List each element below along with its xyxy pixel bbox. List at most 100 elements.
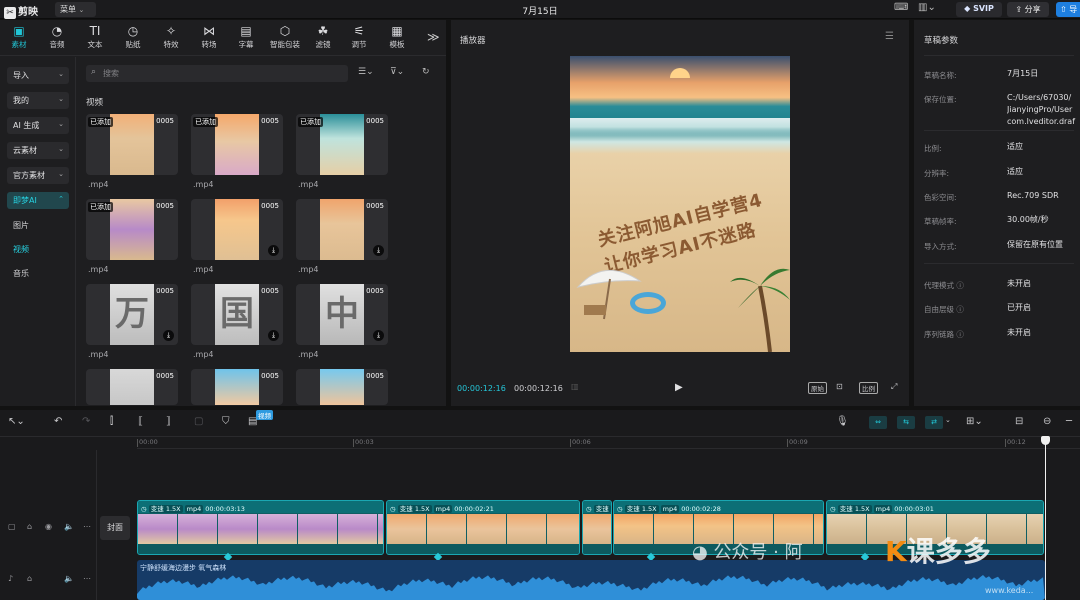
zoom-slider[interactable]: ─ xyxy=(1066,416,1072,427)
ratio-button[interactable]: 比例 xyxy=(859,382,878,394)
zoom-out-icon[interactable]: ⊖ xyxy=(1043,416,1051,427)
category-import[interactable]: 导入 ⌄ xyxy=(7,67,69,84)
delete-icon[interactable]: ▢ xyxy=(194,416,203,427)
media-card[interactable]: 万 0005 ⤓ xyxy=(86,284,178,345)
chevron-down-icon[interactable]: ⌄ xyxy=(945,416,951,424)
auto-snap-icon[interactable]: ⇆ xyxy=(897,416,915,429)
media-duration: 0005 xyxy=(261,287,279,295)
media-card[interactable]: 已添加 0005 xyxy=(86,199,178,260)
layout-icon[interactable]: ▥⌄ xyxy=(918,2,936,17)
refresh-icon[interactable]: ↻ xyxy=(422,67,430,77)
tab-media[interactable]: ▣ 素材 xyxy=(2,24,36,50)
linkage-icon[interactable]: ⇄ xyxy=(925,416,943,429)
track-controls: ▢ ⌂ ◉ 🔈 ⋯ ♪ ⌂ 🔈 ⋯ xyxy=(0,450,97,600)
media-card[interactable]: 已添加 0005 xyxy=(86,114,178,175)
time-ruler[interactable]: 00:00 00:03 00:06 00:09 00:12 xyxy=(137,437,1080,449)
microphone-icon[interactable]: 🎙 xyxy=(836,416,849,427)
sub-item-videos[interactable]: 视频 xyxy=(13,244,29,255)
video-preview[interactable]: 关注阿旭AI自学营4 让你学习AI不迷路 xyxy=(570,56,790,352)
more-icon[interactable]: ⋯ xyxy=(83,574,91,583)
download-icon[interactable]: ⤓ xyxy=(163,330,174,341)
media-card[interactable]: 0005 ⤓ xyxy=(296,199,388,260)
speaker-icon[interactable]: 🔈 xyxy=(64,522,74,531)
clip-audio-strip xyxy=(387,544,579,554)
media-card[interactable]: 中 0005 ⤓ xyxy=(296,284,388,345)
media-card[interactable]: 0005 xyxy=(86,369,178,405)
media-card[interactable]: 0005 xyxy=(191,369,283,405)
category-jimeng-ai[interactable]: 即梦AI ⌃ xyxy=(7,192,69,209)
category-official[interactable]: 官方素材 ⌄ xyxy=(7,167,69,184)
eye-icon[interactable]: ◉ xyxy=(45,522,52,531)
tab-effects[interactable]: ✧ 特效 xyxy=(154,24,188,50)
video-clip[interactable]: ◷ 变速 xyxy=(582,500,612,555)
tab-templates[interactable]: ▦ 模板 xyxy=(380,24,414,50)
hamburger-menu-icon[interactable]: ☰ xyxy=(885,31,894,42)
clip-frame xyxy=(378,514,383,544)
media-card[interactable]: 已添加 0005 xyxy=(296,114,388,175)
media-thumbnail xyxy=(215,199,259,260)
speaker-icon[interactable]: 🔈 xyxy=(64,574,74,583)
main-track-magnet-icon[interactable]: ⇔ xyxy=(869,416,887,429)
tab-smart-package[interactable]: ⬡ 智能包装 xyxy=(266,24,304,50)
split-left-icon[interactable]: ⟦ xyxy=(138,416,143,427)
tab-audio[interactable]: ◔ 音频 xyxy=(40,24,74,50)
video-clip[interactable]: ◷ 变速 1.5X mp4 00:00:03:13 xyxy=(137,500,384,555)
download-icon[interactable]: ⤓ xyxy=(268,330,279,341)
shortcut-keyboard-icon[interactable]: ⌨ xyxy=(894,2,908,17)
zoom-fit-icon[interactable]: ⊟ xyxy=(1015,416,1023,427)
play-button[interactable]: ▶ xyxy=(675,382,683,393)
track-visibility-box-icon[interactable]: ▢ xyxy=(8,522,16,531)
property-value[interactable]: 未开启 xyxy=(1007,327,1080,339)
undo-icon[interactable]: ↶ xyxy=(54,416,62,427)
tab-sticker[interactable]: ◷ 贴纸 xyxy=(116,24,150,50)
media-card[interactable]: 已添加 0005 xyxy=(191,114,283,175)
download-icon[interactable]: ⤓ xyxy=(373,330,384,341)
tab-filters[interactable]: ☘ 滤镜 xyxy=(306,24,340,50)
playhead[interactable] xyxy=(1045,437,1046,600)
sub-item-images[interactable]: 图片 xyxy=(13,220,29,231)
fit-screen-icon[interactable]: ⊡ xyxy=(836,382,843,391)
download-icon[interactable]: ⤓ xyxy=(373,245,384,256)
original-button[interactable]: 原始 xyxy=(808,382,827,394)
shield-icon[interactable]: ⛉ xyxy=(222,416,230,427)
media-card[interactable]: 0005 ⤓ xyxy=(191,199,283,260)
property-value[interactable]: 未开启 xyxy=(1007,278,1080,290)
search-input[interactable]: ⌕ 搜索 xyxy=(86,65,348,82)
sort-icon[interactable]: ☰⌄ xyxy=(358,67,374,77)
sub-item-music[interactable]: 音乐 xyxy=(13,268,29,279)
more-tabs-icon[interactable]: ≫ xyxy=(427,30,440,44)
category-ai-generate[interactable]: AI 生成 ⌄ xyxy=(7,117,69,134)
fullscreen-icon[interactable]: ⤢ xyxy=(891,382,897,392)
split-right-icon[interactable]: ⟧ xyxy=(166,416,171,427)
category-mine[interactable]: 我的 ⌄ xyxy=(7,92,69,109)
lock-icon[interactable]: ⌂ xyxy=(27,522,32,531)
media-card[interactable]: 0005 xyxy=(296,369,388,405)
download-icon[interactable]: ⤓ xyxy=(268,245,279,256)
export-button[interactable]: ⇧ 导 xyxy=(1056,2,1080,17)
filter-funnel-icon[interactable]: ⊽⌄ xyxy=(390,67,404,77)
category-cloud[interactable]: 云素材 ⌄ xyxy=(7,142,69,159)
property-value[interactable]: 已开启 xyxy=(1007,302,1080,314)
media-duration: 0005 xyxy=(366,202,384,210)
lock-icon[interactable]: ⌂ xyxy=(27,574,32,583)
cover-button[interactable]: 封面 xyxy=(100,516,130,540)
clip-speed: 变速 xyxy=(593,505,611,513)
effects-icon: ✧ xyxy=(165,24,177,38)
tab-text[interactable]: TI 文本 xyxy=(78,24,112,50)
media-card[interactable]: 国 0005 ⤓ xyxy=(191,284,283,345)
timeline-grid-icon[interactable]: ▥ xyxy=(571,382,579,391)
video-clip[interactable]: ◷ 变速 1.5X mp4 00:00:02:21 xyxy=(386,500,580,555)
redo-icon[interactable]: ↷ xyxy=(82,416,90,427)
tab-adjust[interactable]: ⚟ 调节 xyxy=(342,24,376,50)
tab-captions[interactable]: ▤ 字幕 xyxy=(229,24,263,50)
audio-note-icon[interactable]: ♪ xyxy=(8,574,13,583)
property-label: 草稿名称: xyxy=(924,71,957,80)
svip-button[interactable]: ◆ SVIP xyxy=(956,2,1002,17)
tab-transition[interactable]: ⋈ 转场 xyxy=(192,24,226,50)
split-icon[interactable]: ⫿ xyxy=(110,416,113,427)
preview-axis-icon[interactable]: ⊞⌄ xyxy=(966,416,983,427)
property-value: 30.00帧/秒 xyxy=(1007,215,1049,224)
more-icon[interactable]: ⋯ xyxy=(83,522,91,531)
share-button[interactable]: ⇪ 分享 xyxy=(1007,2,1049,17)
select-cursor-icon[interactable]: ↖⌄ xyxy=(8,416,25,427)
